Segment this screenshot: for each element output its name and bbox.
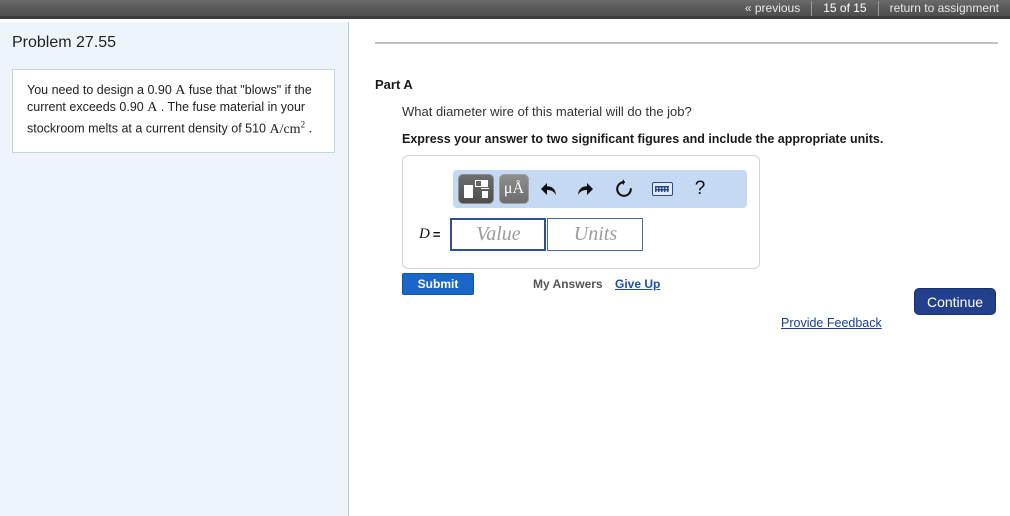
provide-feedback-link[interactable]: Provide Feedback (781, 316, 882, 330)
equals-sign: = (432, 227, 441, 242)
question-text: What diameter wire of this material will… (402, 104, 692, 119)
math-template-icon[interactable] (458, 174, 494, 204)
help-button[interactable]: ? (681, 174, 719, 204)
problem-sidebar: Problem 27.55 You need to design a 0.90 … (0, 22, 349, 516)
page-counter: 15 of 15 (823, 0, 867, 15)
give-up-link[interactable]: Give Up (615, 277, 660, 291)
section-divider (375, 42, 998, 44)
unit-current-density: A/cm2 (269, 119, 305, 137)
unit-current-density-base: A/cm (269, 121, 301, 137)
units-button[interactable]: μÅ (499, 174, 529, 204)
problem-statement-box: You need to design a 0.90 A fuse that "b… (12, 69, 335, 153)
keyboard-glyph (651, 182, 673, 196)
return-to-assignment-link[interactable]: return to assignment (879, 0, 1010, 18)
variable-label: D (419, 226, 430, 242)
reset-refresh-icon[interactable] (605, 174, 643, 204)
continue-button[interactable]: Continue (914, 288, 996, 315)
page-root: « previous 15 of 15 return to assignment… (0, 0, 1010, 516)
part-a-heading: Part A (375, 77, 413, 92)
unit-ampere-1: A (175, 83, 186, 98)
math-template-glyph (464, 179, 489, 199)
math-editor-toolbar: μÅ ? (453, 170, 747, 208)
redo-arrow-icon[interactable] (567, 174, 605, 204)
units-input[interactable]: Units (547, 218, 644, 251)
units-button-label: μÅ (503, 180, 525, 197)
answer-input-row: D = Value Units (419, 218, 644, 251)
answer-instruction-text: Express your answer to two significant f… (402, 132, 884, 146)
problem-text-4: . (305, 121, 313, 137)
previous-link[interactable]: « previous (734, 0, 811, 18)
top-nav-links: « previous 15 of 15 return to assignment (734, 0, 1010, 18)
problem-text-1: You need to design a 0.90 (27, 83, 176, 97)
value-input[interactable]: Value (450, 218, 547, 251)
submit-button[interactable]: Submit (402, 273, 474, 295)
top-navigation-bar: « previous 15 of 15 return to assignment (0, 0, 1010, 19)
unit-ampere-2: A (147, 100, 158, 115)
undo-arrow-icon[interactable] (529, 174, 567, 204)
answer-entry-box: μÅ ? D = Value Units (402, 155, 760, 269)
page-title: Problem 27.55 (12, 34, 117, 51)
my-answers-label[interactable]: My Answers (533, 277, 603, 291)
keyboard-icon[interactable] (643, 174, 681, 204)
main-content: Part A What diameter wire of this materi… (350, 22, 1010, 516)
help-button-label: ? (694, 178, 706, 199)
